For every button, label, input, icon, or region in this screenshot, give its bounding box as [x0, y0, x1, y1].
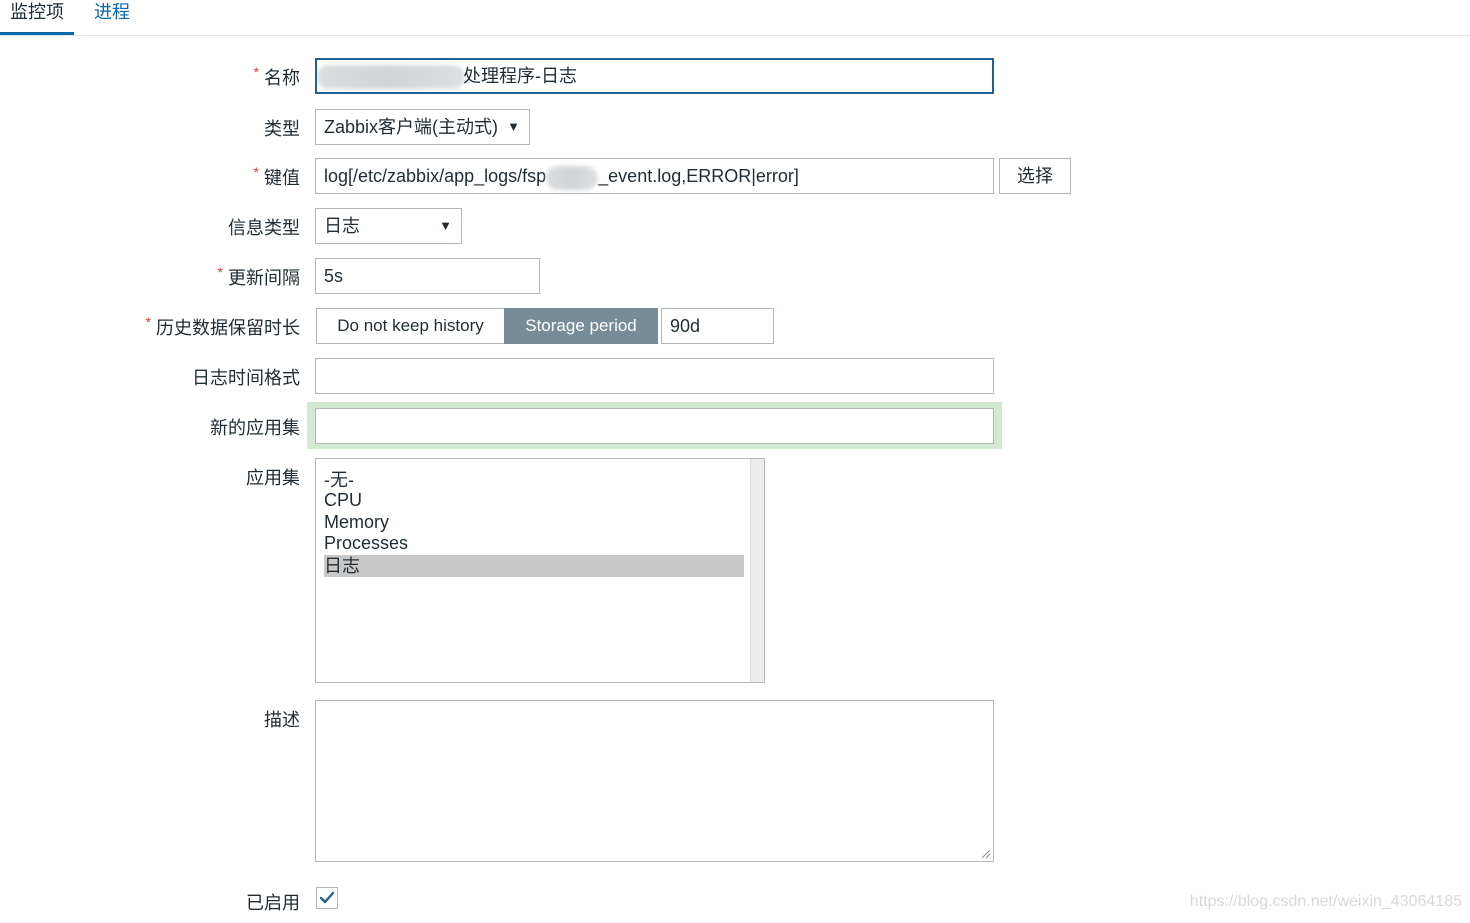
required-asterisk: *: [253, 64, 259, 80]
key-input[interactable]: log[/etc/zabbix/app_logs/fsp _event.log,E…: [315, 158, 994, 194]
info-type-value: 日志: [324, 216, 360, 236]
log-time-format-label: 日志时间格式: [192, 368, 300, 388]
history-period-input[interactable]: 90d: [661, 308, 774, 344]
tab-process[interactable]: 进程: [84, 0, 140, 32]
list-item[interactable]: Processes: [324, 532, 744, 554]
chevron-down-icon: ▼: [507, 119, 520, 134]
tab-bar: 监控项 进程: [0, 0, 1470, 36]
key-label-text: 键值: [264, 168, 300, 188]
resize-grip-icon[interactable]: [979, 847, 991, 859]
check-icon: [319, 891, 335, 904]
redacted-blur: [546, 166, 599, 191]
applications-label: 应用集: [246, 468, 300, 488]
enabled-checkbox[interactable]: [316, 887, 338, 909]
chevron-down-icon: ▼: [439, 218, 452, 233]
update-interval-label: * 更新间隔: [218, 264, 300, 290]
description-label: 描述: [264, 710, 300, 730]
list-item[interactable]: CPU: [324, 489, 744, 511]
description-textarea[interactable]: [315, 700, 994, 862]
watermark: https://blog.csdn.net/weixin_43064185: [1189, 893, 1462, 910]
list-item[interactable]: Memory: [324, 511, 744, 533]
log-time-format-input[interactable]: [315, 358, 994, 394]
required-asterisk: *: [145, 314, 151, 330]
tab-items[interactable]: 监控项: [0, 0, 74, 35]
new-application-label: 新的应用集: [210, 418, 300, 438]
update-interval-input[interactable]: 5s: [315, 258, 540, 294]
update-interval-label-text: 更新间隔: [228, 268, 300, 288]
required-asterisk: *: [253, 164, 259, 180]
type-label: 类型: [264, 119, 300, 139]
do-not-keep-history-button[interactable]: Do not keep history: [316, 308, 505, 344]
applications-listbox[interactable]: -无- CPU Memory Processes 日志: [315, 458, 765, 683]
redacted-blur: [317, 65, 465, 89]
info-type-label: 信息类型: [228, 218, 300, 238]
redacted-blur-slot: [546, 166, 599, 191]
new-application-input[interactable]: [315, 408, 994, 444]
name-value: 处理程序-日志: [463, 66, 577, 86]
name-label-text: 名称: [264, 68, 300, 88]
select-key-button[interactable]: 选择: [999, 158, 1071, 194]
key-value-suffix: _event.log,ERROR|error]: [598, 166, 799, 186]
required-asterisk: *: [217, 264, 223, 280]
name-input[interactable]: 处理程序-日志: [315, 58, 994, 94]
info-type-select[interactable]: 日志 ▼: [315, 208, 462, 244]
name-label: * 名称: [254, 64, 300, 90]
type-select[interactable]: Zabbix客户端(主动式) ▼: [315, 109, 530, 145]
history-label-text: 历史数据保留时长: [156, 318, 300, 338]
key-label: * 键值: [254, 164, 300, 190]
history-label: * 历史数据保留时长: [146, 314, 300, 340]
scrollbar[interactable]: [750, 459, 764, 682]
list-item-selected[interactable]: 日志: [324, 555, 744, 577]
key-value-prefix: log[/etc/zabbix/app_logs/fsp: [324, 166, 547, 186]
storage-period-button[interactable]: Storage period: [504, 308, 658, 344]
enabled-label: 已启用: [246, 893, 300, 913]
type-value: Zabbix客户端(主动式): [324, 117, 499, 137]
list-item[interactable]: -无-: [324, 469, 744, 491]
